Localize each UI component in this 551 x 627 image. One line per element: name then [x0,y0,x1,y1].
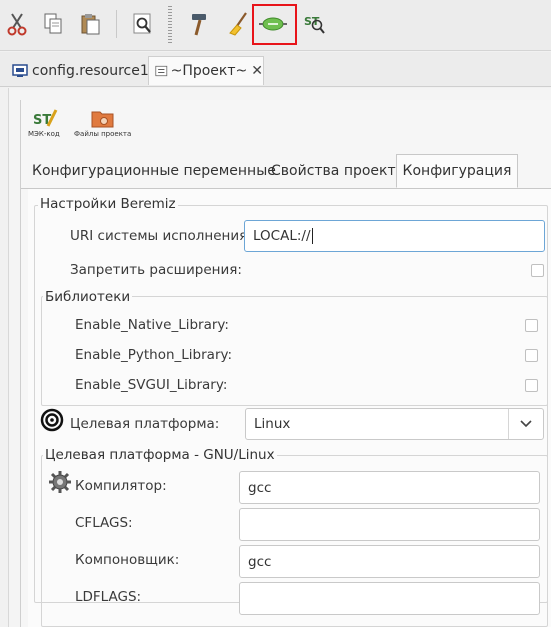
ldflags-input[interactable] [239,582,540,615]
linker-value: gcc [248,553,272,570]
tab-label: Конфигурационные переменные [32,163,276,179]
gear-icon [49,471,71,493]
search-icon [133,13,151,34]
uri-label: URI системы исполнения: [70,228,252,244]
chevron-down-icon[interactable] [508,409,543,439]
uri-input[interactable]: LOCAL:// [244,220,545,252]
svgui-library-checkbox[interactable] [525,379,538,392]
linker-input[interactable]: gcc [239,545,540,578]
tab-configuration[interactable]: Конфигурация [396,154,518,188]
ldflags-label: LDFLAGS: [75,589,142,605]
target-platform-label: Целевая платформа: [70,416,220,432]
compiler-input[interactable]: gcc [239,471,540,504]
uri-value: LOCAL:// [253,228,311,244]
target-platform-select[interactable]: Linux [245,408,544,440]
paste-button[interactable] [74,6,108,42]
native-library-checkbox[interactable] [525,319,538,332]
libraries-title: Библиотеки [43,289,133,305]
tab-label: config.resource1 [32,62,149,79]
main-toolbar: ST [0,0,551,51]
copy-button[interactable] [36,6,70,42]
project-icon [155,65,168,77]
cut-button[interactable] [0,6,34,42]
gnu-linux-title: Целевая платформа - GNU/Linux [43,447,277,463]
tab-config-resource[interactable]: config.resource1 [12,56,149,85]
python-library-label: Enable_Python_Library: [75,347,233,363]
tab-label: Конфигурация [402,163,512,179]
beremiz-settings-title: Настройки Beremiz [38,196,178,212]
build-button[interactable] [183,6,217,42]
disable-extensions-label: Запретить расширения: [70,262,242,278]
configuration-content: Настройки Beremiz URI системы исполнения… [28,189,551,627]
transfer-button[interactable]: ST [297,6,331,42]
highlight-box [252,4,297,45]
iec-code-icon: ST [33,109,58,128]
close-icon[interactable]: ✕ [251,63,263,79]
transfer-icon: ST [304,15,325,34]
copy-icon [44,13,62,34]
iec-code-label: МЭК-код [28,130,60,138]
tab-config-variables[interactable]: Конфигурационные переменные [32,154,276,188]
document-tabs: config.resource1 ~Проект~ ✕ [0,52,551,87]
target-icon [40,408,64,432]
iec-code-button[interactable]: ST МЭК-код [28,106,60,138]
compiler-value: gcc [248,479,272,496]
tab-project-properties[interactable]: Свойства проекта [271,154,404,188]
clean-button[interactable] [221,6,255,42]
resource-icon [12,63,28,77]
project-files-label: Файлы проекта [74,130,132,138]
cut-icon [7,13,27,36]
config-subtabs: Конфигурационные переменные Свойства про… [21,154,551,189]
compiler-label: Компилятор: [75,478,167,494]
native-library-label: Enable_Native_Library: [75,317,229,333]
disable-extensions-checkbox[interactable] [531,264,544,277]
tab-label: ~Проект~ [170,63,248,79]
tab-project[interactable]: ~Проект~ ✕ [148,56,264,85]
folder-icon [91,111,114,128]
cflags-input[interactable] [239,508,540,541]
project-files-button[interactable]: Файлы проекта [74,106,131,138]
svgui-library-label: Enable_SVGUI_Library: [75,377,228,393]
find-button[interactable] [126,6,160,42]
clean-icon [229,12,247,36]
tab-label: Свойства проекта [271,163,405,179]
linker-label: Компоновщик: [75,552,180,568]
toolbar-grip[interactable] [168,6,172,44]
python-library-checkbox[interactable] [525,349,538,362]
target-platform-value: Linux [254,416,291,432]
paste-icon [81,14,100,35]
cflags-label: CFLAGS: [75,515,133,531]
build-icon [192,14,206,36]
